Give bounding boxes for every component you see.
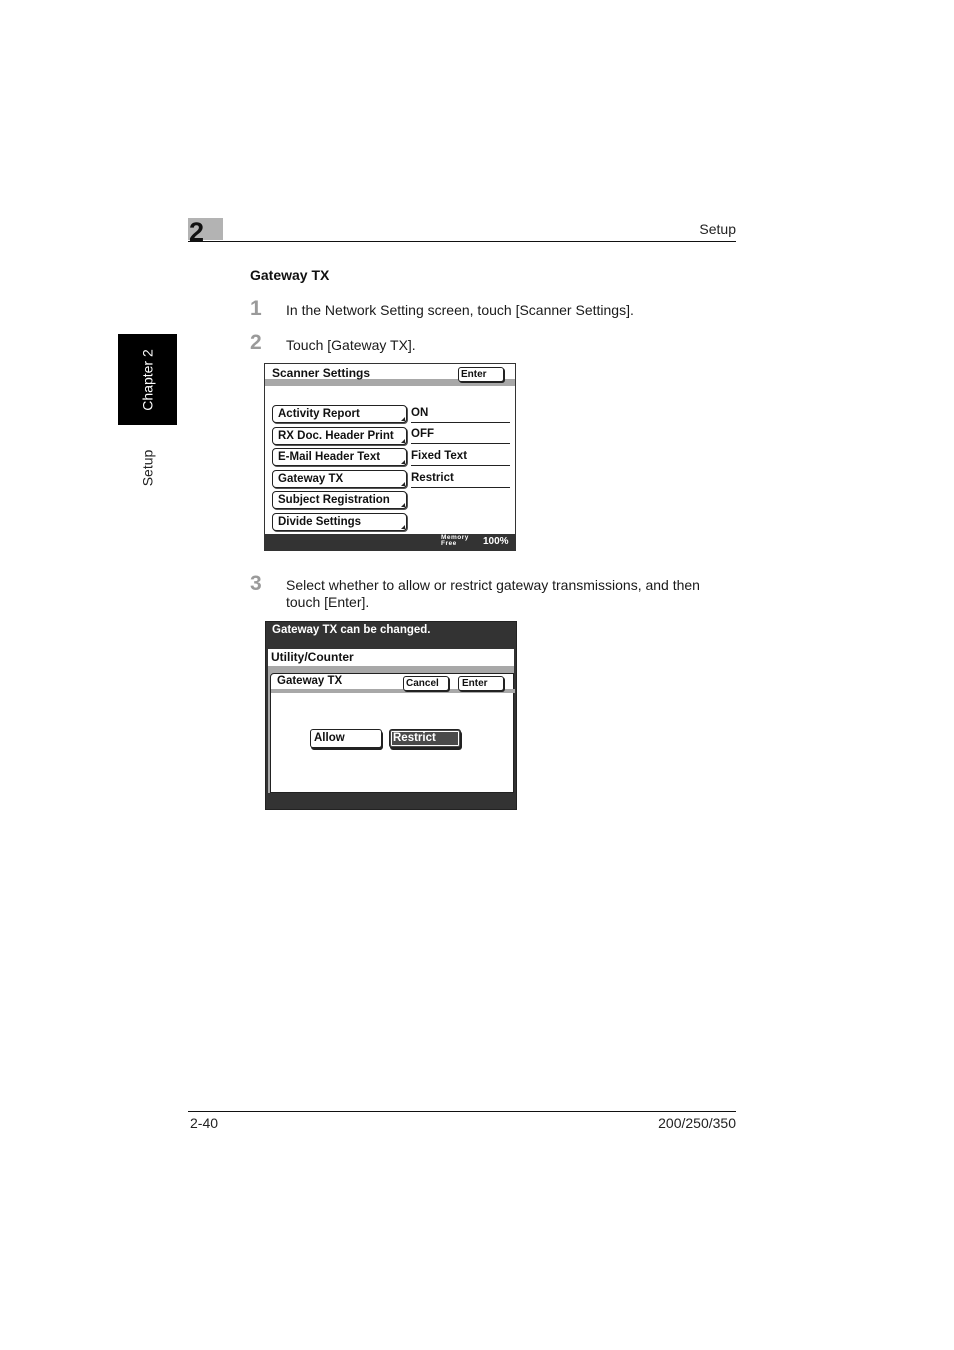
restrict-option-button[interactable]: Restrict xyxy=(389,729,461,748)
step-number: 2 xyxy=(250,331,262,354)
step-number: 1 xyxy=(250,297,262,320)
gateway-tx-dialog: Gateway TX Cancel Enter Allow Restrict xyxy=(270,673,515,793)
header-divider xyxy=(188,241,736,242)
screen-title: Scanner Settings xyxy=(272,366,371,380)
breadcrumb-band xyxy=(268,666,514,673)
model-numbers: 200/250/350 xyxy=(658,1115,736,1131)
memory-free-value: 100% xyxy=(483,536,509,547)
breadcrumb-bar: Utility/Counter xyxy=(268,649,514,666)
dialog-area: Gateway TX Cancel Enter Allow Restrict xyxy=(268,673,515,793)
side-section-label: Setup xyxy=(118,440,177,496)
section-title: Gateway TX xyxy=(250,267,330,283)
status-message: Gateway TX can be changed. xyxy=(272,624,431,636)
breadcrumb: Utility/Counter xyxy=(271,650,354,664)
rx-doc-header-print-value: OFF xyxy=(411,427,510,444)
step-text: Select whether to allow or restrict gate… xyxy=(286,577,700,610)
divide-settings-button[interactable]: Divide Settings xyxy=(272,513,407,531)
activity-report-value: ON xyxy=(411,406,510,423)
subject-registration-button[interactable]: Subject Registration xyxy=(272,491,407,509)
dialog-title: Gateway TX xyxy=(277,675,343,687)
allow-option-button[interactable]: Allow xyxy=(310,729,382,748)
memory-free-label: Memory Free xyxy=(441,534,469,547)
activity-report-button[interactable]: Activity Report xyxy=(272,405,407,423)
email-header-text-value: Fixed Text xyxy=(411,449,510,466)
side-chapter-text: Chapter 2 xyxy=(139,348,156,411)
side-section-text: Setup xyxy=(139,449,156,487)
memory-label-line2: Free xyxy=(441,540,457,547)
enter-button[interactable]: Enter xyxy=(458,676,504,691)
email-header-text-button[interactable]: E-Mail Header Text xyxy=(272,448,407,466)
cancel-button[interactable]: Cancel xyxy=(403,676,449,691)
rx-doc-header-print-button[interactable]: RX Doc. Header Print xyxy=(272,427,407,445)
side-chapter-label: Chapter 2 xyxy=(118,334,177,425)
header-section-name: Setup xyxy=(699,221,736,237)
enter-button[interactable]: Enter xyxy=(458,367,504,382)
scanner-settings-screen: Scanner Settings Enter Activity Report O… xyxy=(264,363,516,551)
footer-divider xyxy=(188,1111,736,1112)
gateway-tx-screen: Gateway TX can be changed. Utility/Count… xyxy=(265,621,517,810)
gateway-tx-button[interactable]: Gateway TX xyxy=(272,470,407,488)
step-number: 3 xyxy=(250,572,262,595)
step-text: In the Network Setting screen, touch [Sc… xyxy=(286,302,634,318)
gateway-tx-value: Restrict xyxy=(411,471,510,488)
status-bar: Memory Free 100% xyxy=(265,534,515,550)
step-text: Touch [Gateway TX]. xyxy=(286,337,416,353)
page-number: 2-40 xyxy=(190,1115,219,1131)
chapter-number: 2 xyxy=(189,217,205,247)
status-bar xyxy=(266,793,516,809)
